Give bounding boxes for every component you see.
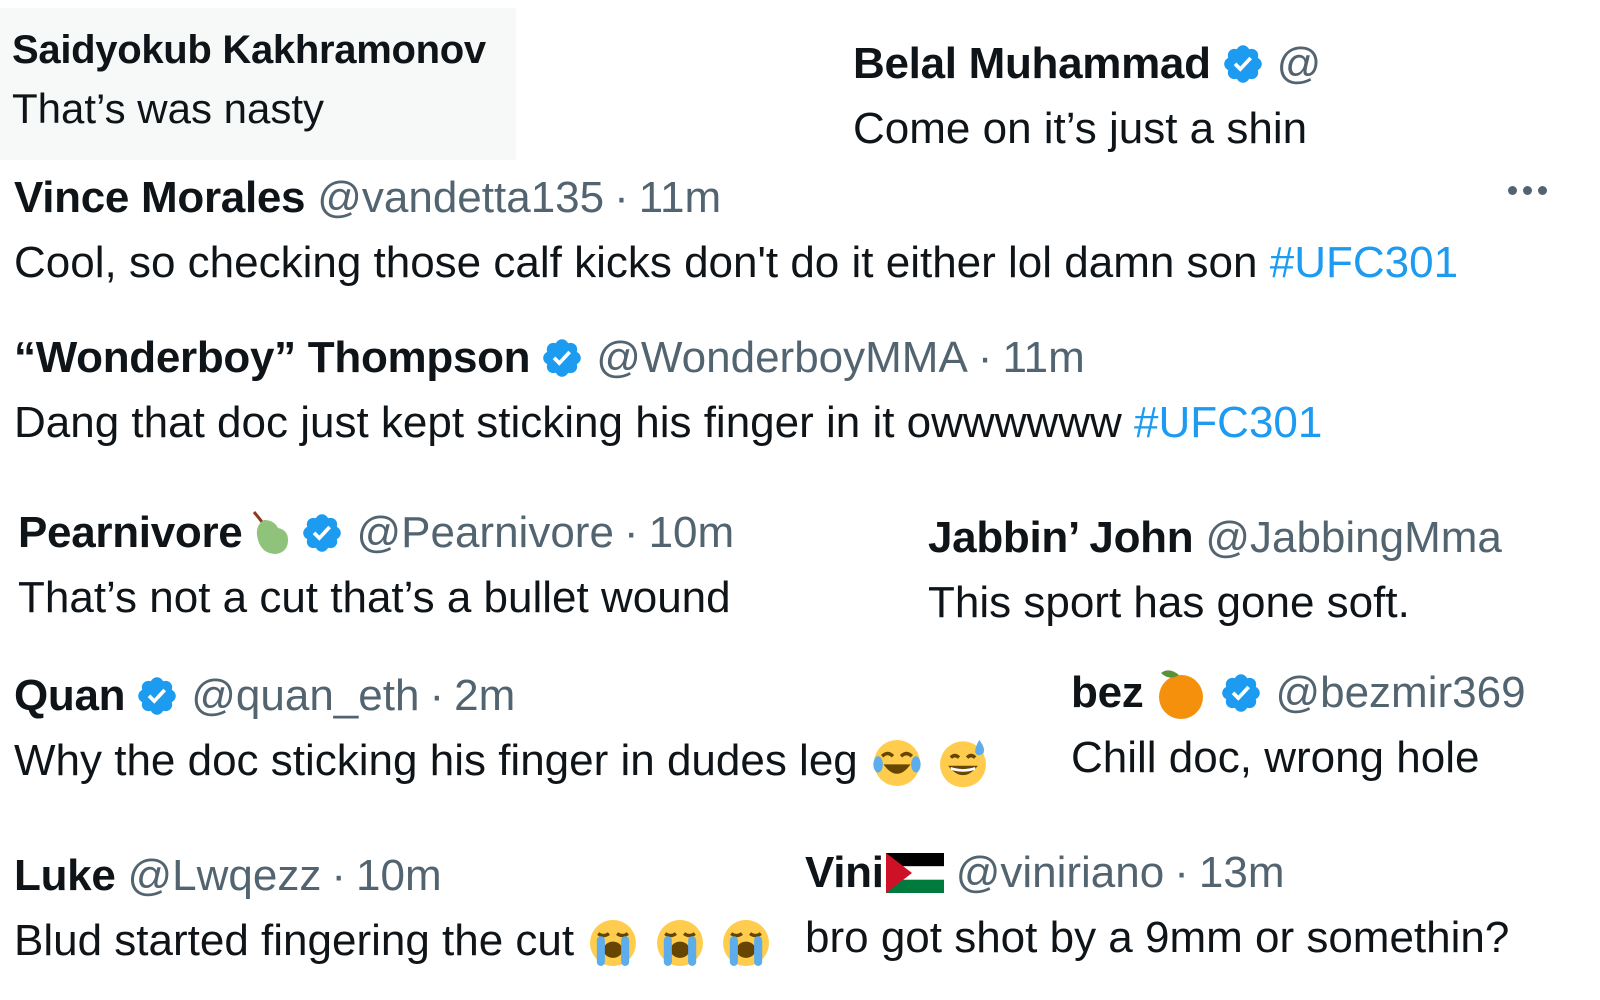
separator: · [1174,848,1189,897]
tweet-text: Chill doc, wrong hole [1071,733,1480,782]
author-name[interactable]: Belal Muhammad [853,36,1211,92]
author-handle[interactable]: @WonderboyMMA [596,330,968,386]
hashtag-link[interactable]: #UFC301 [1134,398,1322,447]
tweet-text: That’s was nasty [12,85,325,132]
author-handle[interactable]: @ [1277,36,1322,92]
verified-badge-icon [1219,671,1263,715]
tangerine-icon [1159,670,1204,719]
tweet[interactable]: Pearnivore @Pearnivore · 10m That’s not … [18,505,734,627]
tweet[interactable]: Luke @Lwqezz · 10m Blud started fingerin… [14,848,773,970]
separator: · [614,173,629,222]
verified-badge-icon [1221,42,1265,86]
separator: · [623,508,639,557]
tweet[interactable]: Vince Morales @vandetta135 · 11m Cool, s… [14,170,1458,292]
author-name[interactable]: Vince Morales [14,170,306,226]
face-with-tears-of-joy-icon [870,736,924,790]
tweet-text: Cool, so checking those calf kicks don't… [14,238,1258,287]
tweet-text: bro got shot by a 9mm or somethin? [805,913,1510,962]
author-handle[interactable]: @viniriano [956,845,1165,901]
grinning-face-with-sweat-icon [936,736,990,790]
verified-badge-icon [540,336,584,380]
tweet[interactable]: Jabbin’ John @JabbingMma This sport has … [928,510,1502,632]
timestamp[interactable]: 10m [356,848,442,904]
author-name[interactable]: Jabbin’ John [928,510,1194,566]
tweet-text: Blud started fingering the cut [14,916,575,965]
separator: · [977,333,993,382]
loudly-crying-face-icon [586,916,640,970]
author-name[interactable]: Saidyokub Kakhramonov [12,22,486,78]
timestamp[interactable]: 13m [1199,845,1285,901]
author-name[interactable]: Quan [14,668,126,724]
more-options-icon[interactable] [1508,186,1547,195]
author-handle[interactable]: @JabbingMma [1205,510,1502,566]
tweet-text: Dang that doc just kept sticking his fin… [14,398,1122,447]
timestamp[interactable]: 10m [649,505,735,561]
author-name[interactable]: “Wonderboy” Thompson [14,330,531,386]
separator: · [331,851,347,900]
timestamp[interactable]: 2m [454,668,515,724]
tweet[interactable]: bez @bezmir369 Chill doc, wrong hole [1071,665,1526,787]
tweet[interactable]: Saidyokub Kakhramonov That’s was nasty [0,8,516,160]
tweet-text: Come on it’s just a shin [853,104,1308,153]
author-name[interactable]: Luke [14,848,116,904]
author-name[interactable]: Pearnivore [18,505,243,561]
tweet-text: This sport has gone soft. [928,578,1410,627]
hashtag-link[interactable]: #UFC301 [1270,238,1458,287]
separator: · [429,671,445,720]
tweet[interactable]: Vini @viniriano · 13m bro got shot by a … [805,845,1509,967]
tweet[interactable]: Quan @quan_eth · 2m Why the doc sticking… [14,668,990,790]
verified-badge-icon [135,674,179,718]
pear-icon [253,511,289,554]
tweet-text: Why the doc sticking his finger in dudes… [14,736,858,785]
tweet-text: That’s not a cut that’s a bullet wound [18,573,731,622]
loudly-crying-face-icon [719,916,773,970]
author-handle[interactable]: @quan_eth [191,668,419,724]
author-name[interactable]: bez [1071,665,1144,721]
author-handle[interactable]: @vandetta135 [317,170,604,226]
author-handle[interactable]: @Lwqezz [128,848,322,904]
tweet[interactable]: Belal Muhammad @ Come on it’s just a shi… [853,36,1321,158]
verified-badge-icon [300,511,344,555]
tweet[interactable]: “Wonderboy” Thompson @WonderboyMMA · 11m… [14,330,1322,452]
timestamp[interactable]: 11m [639,170,721,226]
loudly-crying-face-icon [653,916,707,970]
palestine-flag-icon [885,853,944,893]
timestamp[interactable]: 11m [1002,330,1084,386]
author-handle[interactable]: @bezmir369 [1275,665,1525,721]
author-name[interactable]: Vini [805,845,884,901]
author-handle[interactable]: @Pearnivore [356,505,613,561]
